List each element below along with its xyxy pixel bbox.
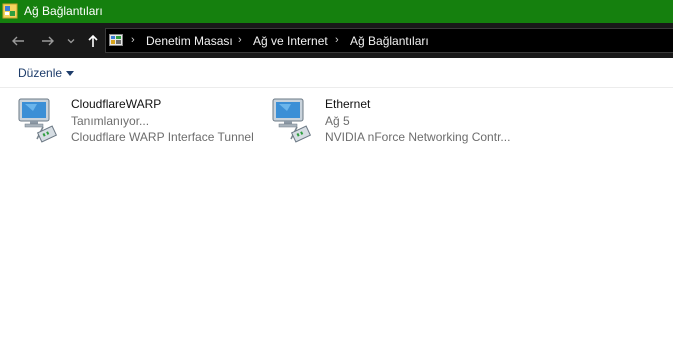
- network-adapter-icon: [271, 95, 317, 143]
- breadcrumb-separator[interactable]: ›: [238, 34, 242, 46]
- connection-item-cloudflarewarp[interactable]: CloudflareWARP Tanımlanıyor... Cloudflar…: [17, 95, 257, 147]
- forward-arrow-icon: [42, 36, 54, 45]
- title-bar: Ağ Bağlantıları: [0, 0, 673, 23]
- organize-menu-button[interactable]: Düzenle: [18, 66, 62, 80]
- breadcrumb-network-internet[interactable]: Ağ ve Internet: [253, 34, 328, 48]
- breadcrumb-separator[interactable]: ›: [131, 34, 135, 46]
- connection-name: Ethernet: [325, 97, 371, 111]
- command-bar: Düzenle: [0, 58, 673, 88]
- back-button[interactable]: [6, 23, 30, 58]
- forward-button[interactable]: [36, 23, 60, 58]
- breadcrumb-separator[interactable]: ›: [335, 34, 339, 46]
- connection-status: Tanımlanıyor...: [71, 114, 150, 128]
- recent-dropdown-icon: [67, 38, 75, 43]
- network-connections-icon: [2, 3, 18, 19]
- up-button[interactable]: [81, 23, 105, 58]
- address-bar[interactable]: › Denetim Masası › Ağ ve Internet › Ağ B…: [105, 28, 673, 53]
- connection-device: NVIDIA nForce Networking Contr...: [325, 130, 511, 144]
- breadcrumb-control-panel[interactable]: Denetim Masası: [146, 34, 233, 48]
- chevron-down-icon[interactable]: [66, 71, 74, 76]
- navigation-bar: › Denetim Masası › Ağ ve Internet › Ağ B…: [0, 23, 673, 58]
- back-arrow-icon: [12, 36, 24, 45]
- network-adapter-icon: [17, 95, 63, 143]
- control-panel-icon: [109, 33, 125, 49]
- connection-device: Cloudflare WARP Interface Tunnel: [71, 130, 254, 144]
- up-arrow-icon: [88, 34, 98, 47]
- window-title: Ağ Bağlantıları: [24, 4, 103, 18]
- recent-locations-button[interactable]: [61, 23, 81, 58]
- connection-status: Ağ 5: [325, 114, 350, 128]
- connection-item-ethernet[interactable]: Ethernet Ağ 5 NVIDIA nForce Networking C…: [271, 95, 521, 147]
- breadcrumb-network-connections[interactable]: Ağ Bağlantıları: [350, 34, 429, 48]
- connection-name: CloudflareWARP: [71, 97, 162, 111]
